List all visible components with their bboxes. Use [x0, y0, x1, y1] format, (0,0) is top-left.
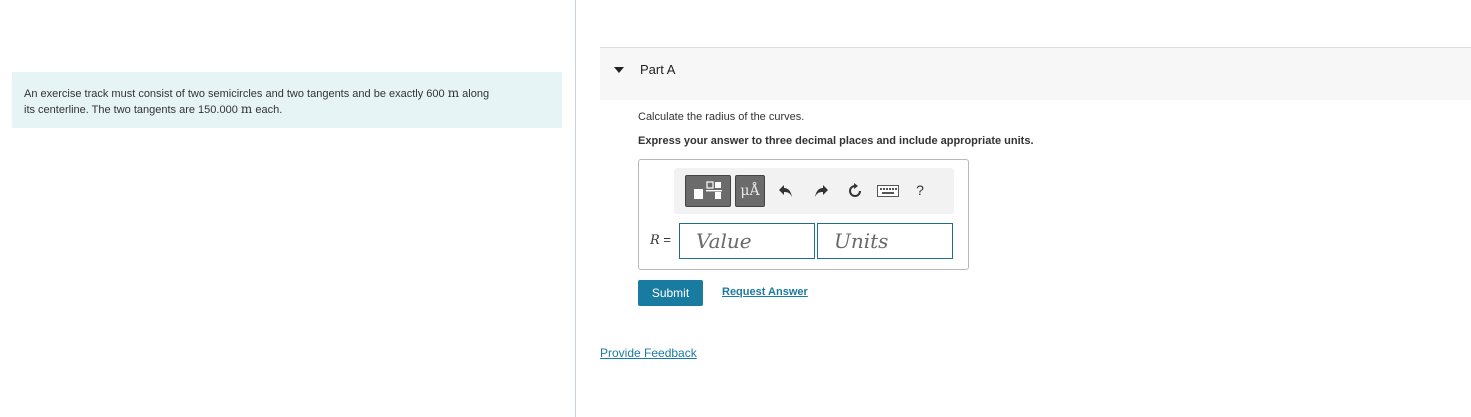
request-answer-link[interactable]: Request Answer — [722, 286, 808, 298]
templates-icon — [694, 181, 722, 199]
submit-button[interactable]: Submit — [638, 280, 703, 306]
undo-icon — [779, 185, 792, 197]
redo-icon — [815, 185, 828, 197]
variable-name: R — [650, 233, 660, 248]
value-input[interactable] — [679, 223, 815, 259]
problem-statement: An exercise track must consist of two se… — [12, 72, 562, 128]
part-title: Part A — [640, 62, 676, 77]
answer-box: μÅ ? R = Value Units — [638, 159, 969, 270]
problem-text-4: each. — [252, 104, 283, 116]
reset-button[interactable] — [845, 181, 865, 201]
provide-feedback-link[interactable]: Provide Feedback — [600, 346, 697, 360]
units-button[interactable]: μÅ — [735, 175, 765, 207]
problem-pane: An exercise track must consist of two se… — [0, 0, 575, 417]
collapse-caret-icon[interactable] — [614, 67, 624, 73]
pane-divider — [575, 0, 576, 417]
unit-meters-1: m — [447, 86, 460, 100]
problem-text-1: An exercise track must consist of two se… — [24, 88, 448, 100]
equals-sign: = — [659, 232, 672, 247]
templates-button[interactable] — [685, 175, 731, 207]
reset-icon — [849, 183, 861, 197]
question-text: Calculate the radius of the curves. — [638, 111, 805, 123]
problem-text-3: its centerline. The two tangents are 150… — [24, 104, 241, 116]
keyboard-button[interactable] — [876, 183, 900, 199]
help-button[interactable]: ? — [912, 180, 928, 200]
unit-meters-2: m — [240, 102, 253, 116]
units-input[interactable] — [817, 223, 953, 259]
answer-variable-label: R = — [650, 232, 671, 248]
units-button-label: μÅ — [740, 183, 760, 199]
undo-button[interactable] — [776, 181, 796, 201]
redo-button[interactable] — [811, 181, 831, 201]
help-icon: ? — [916, 182, 924, 198]
problem-text-2: along — [459, 88, 490, 100]
instruction-text: Express your answer to three decimal pla… — [638, 135, 1034, 147]
keyboard-icon — [877, 185, 899, 197]
part-header[interactable]: Part A — [600, 47, 1471, 100]
math-toolbar: μÅ ? — [674, 168, 954, 214]
